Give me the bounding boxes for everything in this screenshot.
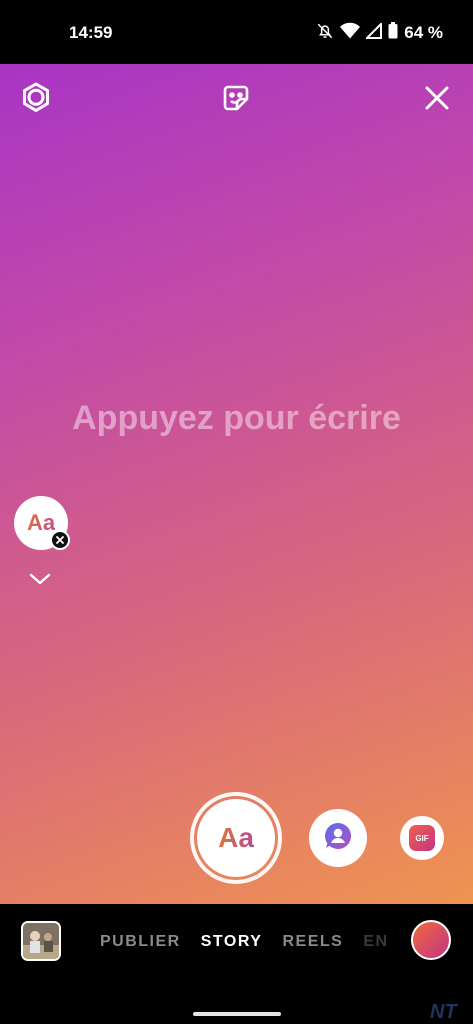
- gif-label: GIF: [415, 833, 429, 843]
- remove-font-button[interactable]: [50, 530, 70, 550]
- settings-button[interactable]: [18, 82, 54, 118]
- tab-publier[interactable]: PUBLIER: [100, 933, 181, 951]
- gif-mode-button[interactable]: GIF: [400, 816, 444, 860]
- mode-tabs: PUBLIER STORY REELS EN: [100, 933, 389, 951]
- text-placeholder[interactable]: Appuyez pour écrire: [0, 399, 473, 438]
- shutter-inner: Aa: [197, 799, 275, 877]
- gif-icon: GIF: [409, 825, 435, 851]
- color-picker-button[interactable]: [411, 920, 451, 960]
- close-icon: [424, 85, 450, 116]
- cellular-signal-icon: [364, 21, 383, 44]
- battery-percentage: 64 %: [404, 23, 443, 42]
- close-button[interactable]: [419, 82, 455, 118]
- story-canvas[interactable]: Appuyez pour écrire Aa Aa GIF: [0, 64, 473, 904]
- battery-icon: [388, 22, 398, 44]
- create-text-button[interactable]: Aa: [190, 792, 282, 884]
- wifi-icon: [340, 22, 361, 45]
- tab-reels[interactable]: REELS: [282, 933, 343, 951]
- home-indicator[interactable]: [193, 1012, 281, 1016]
- font-style-label: Aa: [26, 510, 56, 535]
- gallery-thumbnail[interactable]: [21, 921, 61, 961]
- mention-mode-button[interactable]: [309, 809, 367, 867]
- notifications-muted-icon: [316, 22, 334, 45]
- expand-tools-button[interactable]: [28, 572, 52, 592]
- mention-icon: [323, 821, 353, 856]
- status-bar: 14:59 64 %: [0, 0, 473, 64]
- tab-en-direct[interactable]: EN: [363, 933, 388, 951]
- close-icon: [56, 531, 64, 549]
- photo-thumbnail-icon: [23, 923, 59, 959]
- watermark-logo: NT: [430, 1001, 457, 1023]
- text-mode-label: Aa: [218, 822, 254, 853]
- status-time: 14:59: [69, 23, 113, 42]
- status-icons: 64 %: [316, 21, 443, 45]
- chevron-down-icon: [28, 573, 52, 590]
- settings-icon: [19, 81, 53, 120]
- tab-story[interactable]: STORY: [201, 933, 263, 951]
- sticker-button[interactable]: [218, 82, 254, 118]
- bottom-navigation: PUBLIER STORY REELS EN NT: [0, 904, 473, 1024]
- sticker-icon: [220, 82, 252, 119]
